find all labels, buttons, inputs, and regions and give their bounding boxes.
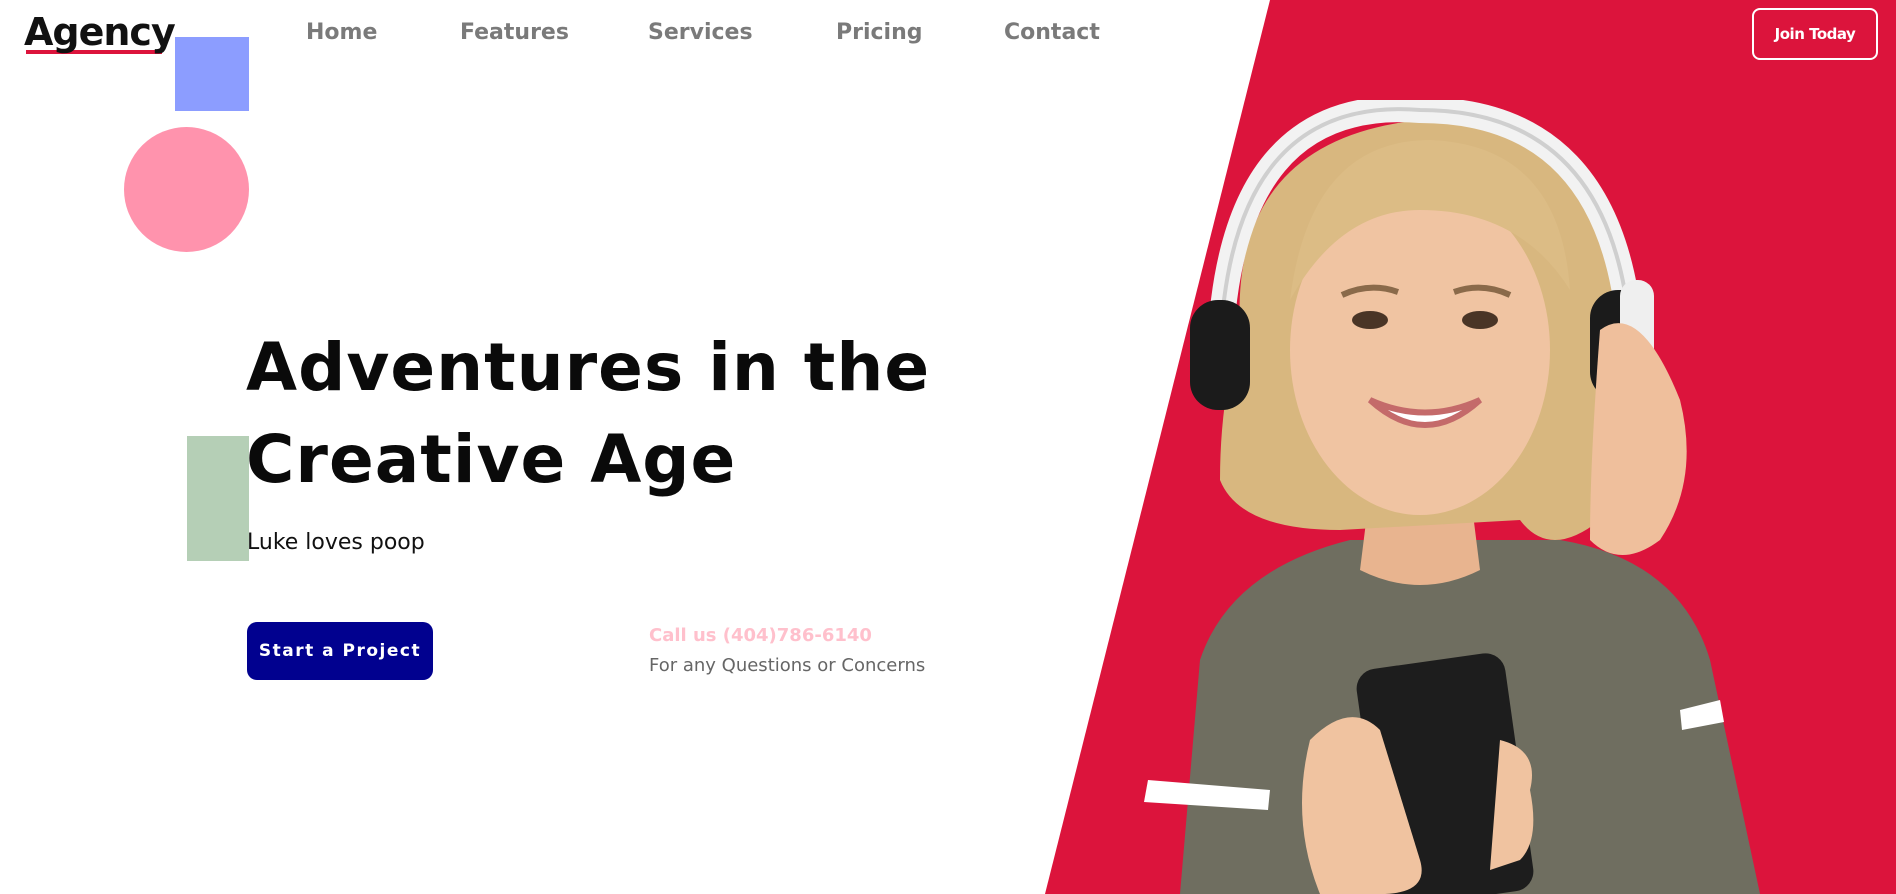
nav-item-contact[interactable]: Contact [1004, 20, 1124, 45]
nav-item-home[interactable]: Home [306, 20, 460, 45]
brand-logo-text: Agency [24, 10, 176, 54]
hero-title-line-1: Adventures in the [246, 329, 931, 406]
main-nav: Home Features Services Pricing Contact [306, 20, 1124, 45]
nav-item-features[interactable]: Features [460, 20, 648, 45]
decor-square [175, 37, 249, 111]
start-project-button[interactable]: Start a Project [247, 622, 433, 680]
nav-item-pricing[interactable]: Pricing [836, 20, 1004, 45]
left-ear-cup [1190, 300, 1250, 410]
right-eye [1462, 311, 1498, 329]
left-eye [1352, 311, 1388, 329]
decor-circle [124, 127, 249, 252]
hero-subtitle: Luke loves poop [247, 530, 425, 555]
nav-item-services[interactable]: Services [648, 20, 836, 45]
raised-hand [1590, 323, 1687, 555]
call-us-subtext: For any Questions or Concerns [649, 655, 926, 676]
woman-with-headphones-photo [1144, 100, 1760, 894]
call-us-link[interactable]: Call us (404)786-6140 [649, 625, 872, 646]
hero-title-line-2: Creative Age [246, 421, 737, 498]
join-today-button[interactable]: Join Today [1752, 8, 1878, 60]
decor-rectangle [187, 436, 249, 561]
brand-logo[interactable]: Agency [24, 10, 176, 54]
hero-title: Adventures in the Creative Age [246, 322, 946, 506]
